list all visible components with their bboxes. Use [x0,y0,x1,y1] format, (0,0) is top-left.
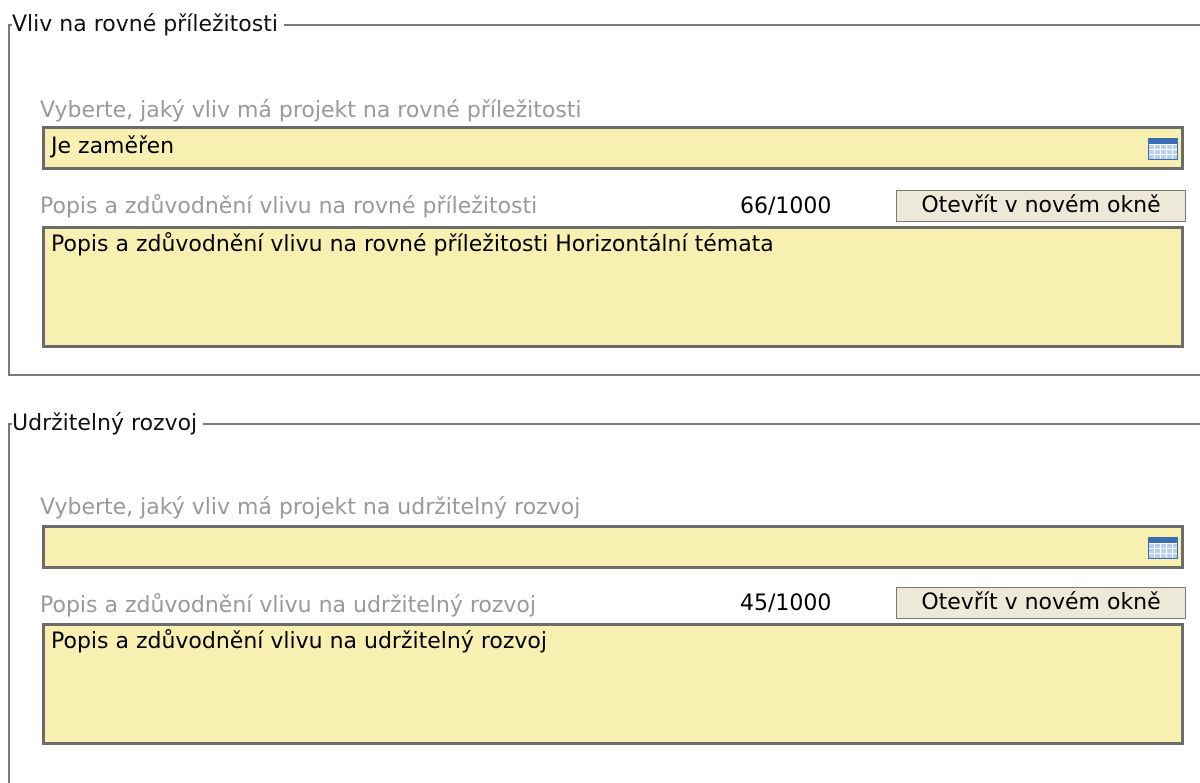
calendar-icon[interactable] [1148,537,1178,559]
equal-opportunities-description-field[interactable]: Popis a zdůvodnění vlivu na rovné přílež… [42,226,1184,348]
section-divider [8,374,1200,376]
equal-opportunities-legend: Vliv na rovné příležitosti [12,12,284,38]
sustainable-development-description-label: Popis a zdůvodnění vlivu na udržitelný r… [40,593,536,618]
sustainable-development-description-field[interactable]: Popis a zdůvodnění vlivu na udržitelný r… [42,623,1184,745]
equal-opportunities-open-new-window-button[interactable]: Otevřít v novém okně [896,190,1186,222]
equal-opportunities-select-label: Vyberte, jaký vliv má projekt na rovné p… [40,98,582,123]
sustainable-development-open-new-window-button[interactable]: Otevřít v novém okně [896,587,1186,619]
sustainable-development-select[interactable] [42,525,1184,569]
sustainable-development-legend: Udržitelný rozvoj [12,411,204,437]
sustainable-development-section: Udržitelný rozvoj Vyberte, jaký vliv má … [8,411,1200,783]
sustainable-development-char-counter: 45/1000 [740,591,832,616]
equal-opportunities-char-counter: 66/1000 [740,194,832,219]
calendar-icon[interactable] [1148,138,1178,160]
equal-opportunities-section: Vliv na rovné příležitosti Vyberte, jaký… [8,12,1200,376]
equal-opportunities-description-label: Popis a zdůvodnění vlivu na rovné přílež… [40,194,538,219]
sustainable-development-select-label: Vyberte, jaký vliv má projekt na udržite… [40,495,581,520]
equal-opportunities-select[interactable]: Je zaměřen [42,126,1184,170]
equal-opportunities-select-value: Je zaměřen [51,134,175,159]
